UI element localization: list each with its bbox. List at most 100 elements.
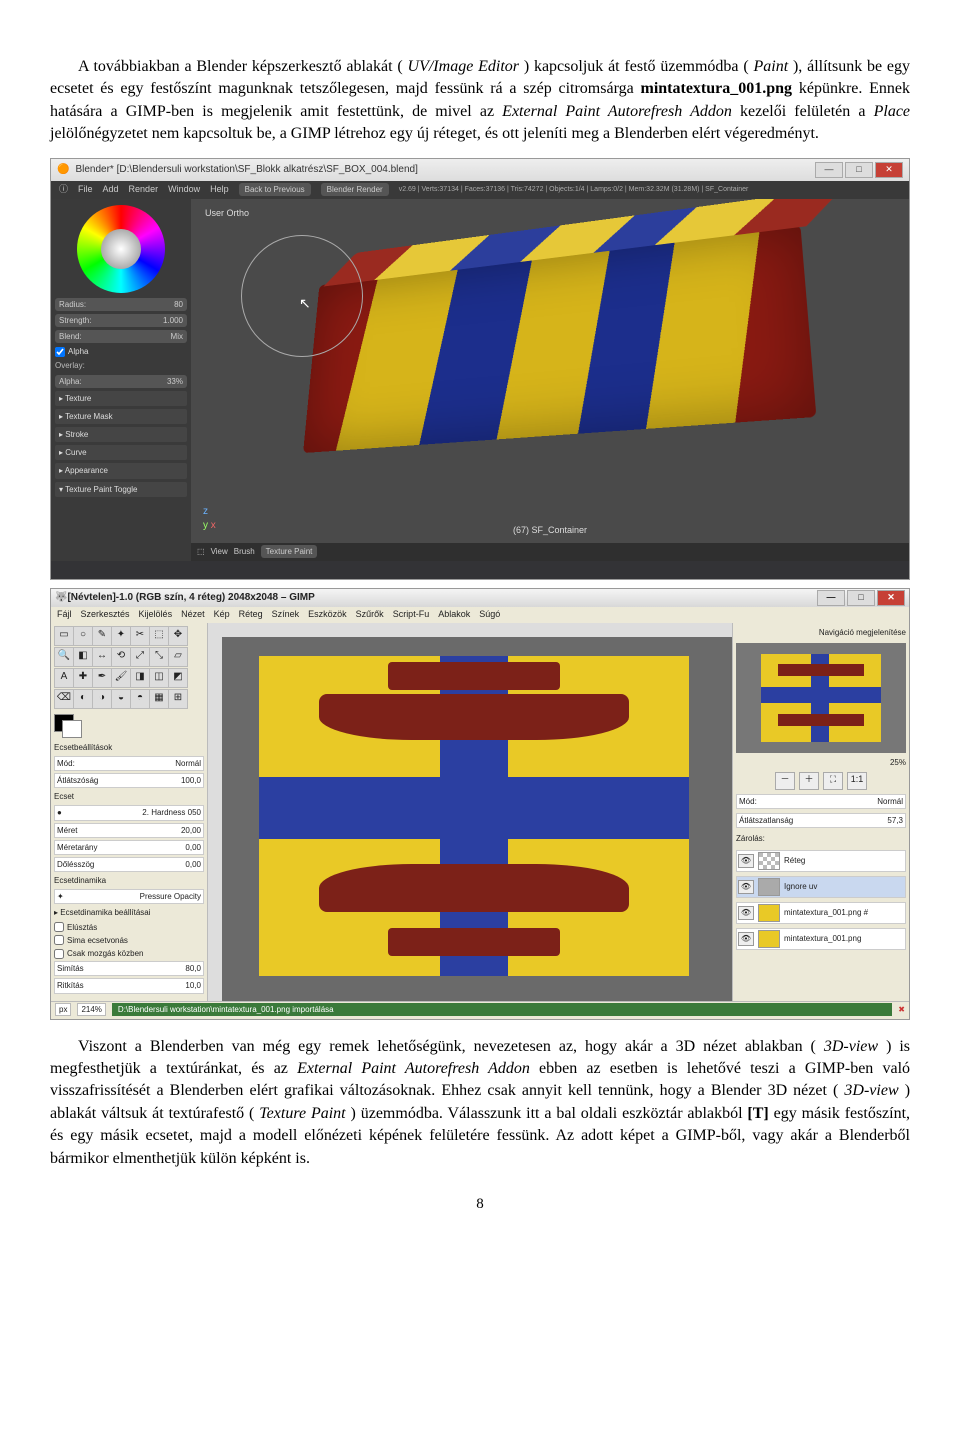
- dynopt-expander[interactable]: ▸ Ecsetdinamika beállításai: [54, 906, 204, 919]
- maximize-icon[interactable]: □: [845, 162, 873, 178]
- unit-select[interactable]: px: [55, 1003, 71, 1016]
- menu-render[interactable]: Render: [129, 183, 159, 196]
- panel-texture[interactable]: ▸ Texture: [55, 391, 187, 406]
- menu-item[interactable]: Kép: [214, 608, 230, 621]
- menu-item[interactable]: Nézet: [181, 608, 205, 621]
- ratio-field[interactable]: Méretarány0,00: [54, 840, 204, 855]
- layer-item[interactable]: 👁Ignore uv: [736, 876, 906, 898]
- tool-icon[interactable]: ⟲: [111, 647, 131, 667]
- angle-field[interactable]: Dőlésszög0,00: [54, 857, 204, 872]
- menu-help[interactable]: Help: [210, 183, 229, 196]
- checkbox[interactable]: [54, 949, 64, 959]
- gimp-canvas-area[interactable]: [208, 623, 732, 1001]
- opacity-slider[interactable]: Átlátszóság100,0: [54, 773, 204, 788]
- tool-icon[interactable]: ✂: [130, 626, 150, 646]
- tool-icon[interactable]: ◓: [130, 689, 150, 709]
- layer-opacity-slider[interactable]: Átlátszatlanság57,3: [736, 813, 906, 828]
- eye-icon[interactable]: 👁: [738, 854, 754, 868]
- tool-icon[interactable]: ✥: [168, 626, 188, 646]
- eye-icon[interactable]: 👁: [738, 906, 754, 920]
- nav-tab[interactable]: Navigáció megjelenítése: [736, 626, 906, 639]
- layer-mode-select[interactable]: Mód:Normál: [736, 794, 906, 809]
- brush-menu[interactable]: Brush: [234, 546, 255, 557]
- engine-select[interactable]: Blender Render: [321, 183, 389, 196]
- panel-curve[interactable]: ▸ Curve: [55, 445, 187, 460]
- eye-icon[interactable]: 👁: [738, 932, 754, 946]
- tool-icon[interactable]: ⤢: [130, 647, 150, 667]
- minimize-icon[interactable]: —: [815, 162, 843, 178]
- menu-file[interactable]: File: [78, 183, 93, 196]
- tool-icon[interactable]: ◨: [130, 668, 150, 688]
- checkbox[interactable]: [54, 922, 64, 932]
- menu-window[interactable]: Window: [168, 183, 200, 196]
- color-wheel[interactable]: [77, 205, 165, 293]
- zoom-select[interactable]: 214%: [77, 1003, 105, 1016]
- brush-select[interactable]: ●2. Hardness 050: [54, 805, 204, 820]
- back-button[interactable]: Back to Previous: [239, 183, 311, 196]
- info-icon[interactable]: ⓘ: [59, 183, 68, 196]
- spacing-field[interactable]: Ritkítás10,0: [54, 978, 204, 993]
- menu-item[interactable]: Szerkesztés: [81, 608, 130, 621]
- size-field[interactable]: Méret20,00: [54, 823, 204, 838]
- tool-icon[interactable]: ▭: [54, 626, 74, 646]
- tool-icon[interactable]: ○: [73, 626, 93, 646]
- tool-icon[interactable]: ◒: [111, 689, 131, 709]
- smooth-field[interactable]: Simítás80,0: [54, 961, 204, 976]
- panel-toggle[interactable]: ▾ Texture Paint Toggle: [55, 482, 187, 497]
- mode-select[interactable]: Mód:Normál: [54, 756, 204, 771]
- cancel-icon[interactable]: ✖: [898, 1004, 905, 1015]
- color-swatch[interactable]: [54, 714, 82, 736]
- panel-texmask[interactable]: ▸ Texture Mask: [55, 409, 187, 424]
- menu-item[interactable]: Kijelölés: [139, 608, 173, 621]
- tool-icon[interactable]: ↔: [92, 647, 112, 667]
- menu-item[interactable]: Szűrők: [356, 608, 384, 621]
- zoom-out-icon[interactable]: －: [775, 772, 795, 790]
- blend-select[interactable]: Blend:Mix: [55, 330, 187, 343]
- tool-icon[interactable]: A: [54, 668, 74, 688]
- tool-icon[interactable]: ⬚: [149, 626, 169, 646]
- tool-icon[interactable]: ▱: [168, 647, 188, 667]
- tool-icon[interactable]: ⤡: [149, 647, 169, 667]
- editor-icon[interactable]: ⬚: [197, 546, 205, 557]
- close-icon[interactable]: ✕: [875, 162, 903, 178]
- layer-item[interactable]: 👁mintatextura_001.png: [736, 928, 906, 950]
- tool-icon[interactable]: 🔍: [54, 647, 74, 667]
- minimize-icon[interactable]: —: [817, 590, 845, 606]
- panel-stroke[interactable]: ▸ Stroke: [55, 427, 187, 442]
- tool-icon[interactable]: ✦: [111, 626, 131, 646]
- tool-icon[interactable]: ⌫: [54, 689, 74, 709]
- tool-icon[interactable]: ◑: [92, 689, 112, 709]
- menu-item[interactable]: Színek: [272, 608, 300, 621]
- checkbox[interactable]: [54, 935, 64, 945]
- layer-item[interactable]: 👁mintatextura_001.png #: [736, 902, 906, 924]
- alpha-field[interactable]: Alpha:33%: [55, 375, 187, 388]
- view-menu[interactable]: View: [211, 546, 228, 557]
- strength-field[interactable]: Strength:1.000: [55, 314, 187, 327]
- tool-icon[interactable]: ✎: [92, 626, 112, 646]
- panel-appearance[interactable]: ▸ Appearance: [55, 463, 187, 478]
- tool-icon[interactable]: ◫: [149, 668, 169, 688]
- tool-icon[interactable]: ⊞: [168, 689, 188, 709]
- tool-icon[interactable]: ✒: [92, 668, 112, 688]
- eye-icon[interactable]: 👁: [738, 880, 754, 894]
- tool-icon[interactable]: ◧: [73, 647, 93, 667]
- blender-3d-view[interactable]: User Ortho ↖ zy x (67) SF_Container ⬚ Vi…: [191, 199, 909, 561]
- tool-icon[interactable]: ◐: [73, 689, 93, 709]
- alpha-checkbox[interactable]: [55, 347, 65, 357]
- layer-item[interactable]: 👁Réteg: [736, 850, 906, 872]
- zoom-100-icon[interactable]: 1:1: [847, 772, 867, 790]
- tool-icon[interactable]: ◩: [168, 668, 188, 688]
- menu-item[interactable]: Réteg: [239, 608, 263, 621]
- menu-item[interactable]: Script-Fu: [393, 608, 430, 621]
- dynamics-select[interactable]: ✦Pressure Opacity: [54, 889, 204, 904]
- menu-item[interactable]: Súgó: [479, 608, 500, 621]
- menu-add[interactable]: Add: [103, 183, 119, 196]
- navigation-preview[interactable]: [736, 643, 906, 753]
- zoom-fit-icon[interactable]: ⛶: [823, 772, 843, 790]
- menu-item[interactable]: Eszközök: [308, 608, 347, 621]
- zoom-in-icon[interactable]: ＋: [799, 772, 819, 790]
- gimp-canvas[interactable]: [259, 656, 689, 976]
- tool-icon[interactable]: ✚: [73, 668, 93, 688]
- maximize-icon[interactable]: □: [847, 590, 875, 606]
- radius-field[interactable]: Radius:80: [55, 298, 187, 311]
